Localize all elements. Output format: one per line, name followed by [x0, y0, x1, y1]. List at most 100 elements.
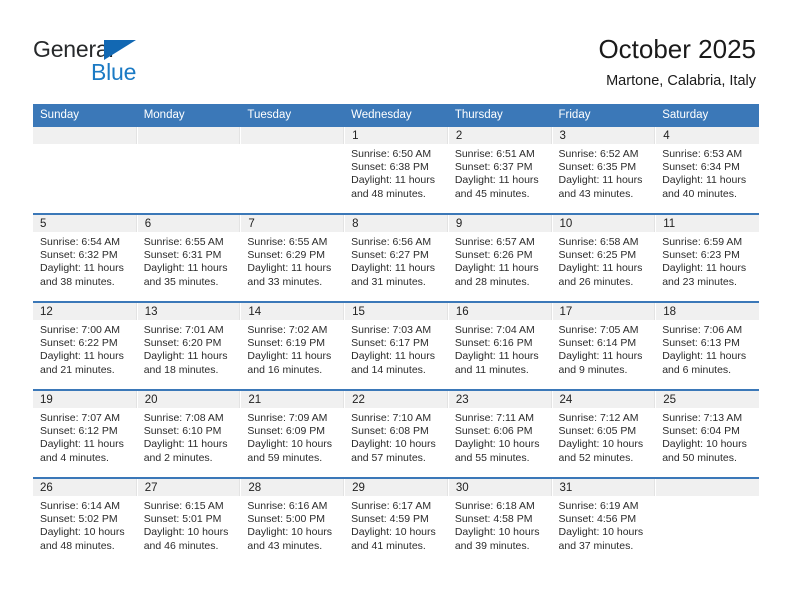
daylight-text-line2: and 23 minutes.: [662, 275, 737, 288]
sunset-text: Sunset: 6:38 PM: [351, 161, 429, 174]
weekday-header-tuesday: Tuesday: [240, 104, 345, 127]
day-cell[interactable]: 7 Sunrise: 6:55 AM Sunset: 6:29 PM Dayli…: [240, 213, 345, 302]
day-cell[interactable]: 24 Sunrise: 7:12 AM Sunset: 6:05 PM Dayl…: [551, 389, 656, 478]
daylight-text-line2: and 52 minutes.: [558, 451, 634, 464]
day-cell[interactable]: 27 Sunrise: 6:15 AM Sunset: 5:01 PM Dayl…: [136, 477, 241, 565]
day-details: Sunrise: 6:51 AM Sunset: 6:37 PM Dayligh…: [448, 144, 552, 201]
calendar-table: Sunday Monday Tuesday Wednesday Thursday…: [33, 104, 759, 565]
sunset-text: Sunset: 6:09 PM: [247, 425, 326, 438]
sunset-text: Sunset: 6:20 PM: [143, 337, 222, 350]
day-number: 12: [33, 303, 137, 320]
daylight-text-line1: Daylight: 10 hours: [454, 526, 540, 539]
day-cell[interactable]: 19 Sunrise: 7:07 AM Sunset: 6:12 PM Dayl…: [33, 389, 137, 478]
day-cell[interactable]: 2 Sunrise: 6:51 AM Sunset: 6:37 PM Dayli…: [447, 127, 552, 214]
day-details: Sunrise: 7:02 AM Sunset: 6:19 PM Dayligh…: [240, 320, 344, 377]
daylight-text-line2: and 16 minutes.: [247, 363, 323, 376]
day-details: Sunrise: 7:06 AM Sunset: 6:13 PM Dayligh…: [655, 320, 759, 377]
day-number: 10: [551, 215, 656, 232]
day-cell[interactable]: 11 Sunrise: 6:59 AM Sunset: 6:23 PM Dayl…: [655, 213, 759, 302]
daylight-text-line2: and 40 minutes.: [662, 187, 737, 200]
day-cell[interactable]: 23 Sunrise: 7:11 AM Sunset: 6:06 PM Dayl…: [447, 389, 552, 478]
daylight-text-line2: and 33 minutes.: [247, 275, 323, 288]
sunrise-text: Sunrise: 6:16 AM: [247, 500, 328, 512]
sunset-text: Sunset: 6:19 PM: [247, 337, 326, 350]
day-details: Sunrise: 6:52 AM Sunset: 6:35 PM Dayligh…: [552, 144, 656, 201]
day-cell[interactable]: 18 Sunrise: 7:06 AM Sunset: 6:13 PM Dayl…: [655, 301, 759, 390]
sunset-text: Sunset: 6:08 PM: [351, 425, 429, 438]
sunset-text: Sunset: 6:17 PM: [351, 337, 429, 350]
daylight-text-line2: and 11 minutes.: [454, 363, 529, 376]
day-details: [137, 144, 241, 148]
day-cell[interactable]: 25 Sunrise: 7:13 AM Sunset: 6:04 PM Dayl…: [655, 389, 759, 478]
sunrise-text: Sunrise: 6:55 AM: [143, 236, 224, 248]
day-details: Sunrise: 7:03 AM Sunset: 6:17 PM Dayligh…: [344, 320, 448, 377]
daylight-text-line2: and 37 minutes.: [558, 539, 634, 552]
calendar-week-row: 5 Sunrise: 6:54 AM Sunset: 6:32 PM Dayli…: [33, 213, 759, 302]
day-cell[interactable]: [136, 127, 241, 214]
day-details: Sunrise: 7:05 AM Sunset: 6:14 PM Dayligh…: [552, 320, 656, 377]
sunset-text: Sunset: 6:35 PM: [558, 161, 637, 174]
day-cell[interactable]: 17 Sunrise: 7:05 AM Sunset: 6:14 PM Dayl…: [551, 301, 656, 390]
day-number: 11: [655, 215, 759, 232]
daylight-text-line1: Daylight: 11 hours: [558, 350, 643, 363]
day-cell[interactable]: 14 Sunrise: 7:02 AM Sunset: 6:19 PM Dayl…: [240, 301, 345, 390]
daylight-text-line1: Daylight: 11 hours: [247, 350, 332, 363]
day-cell[interactable]: 22 Sunrise: 7:10 AM Sunset: 6:08 PM Dayl…: [344, 389, 448, 478]
day-details: [33, 144, 137, 148]
day-cell[interactable]: 30 Sunrise: 6:18 AM Sunset: 4:58 PM Dayl…: [447, 477, 552, 565]
day-cell[interactable]: 31 Sunrise: 6:19 AM Sunset: 4:56 PM Dayl…: [551, 477, 656, 565]
sunset-text: Sunset: 6:29 PM: [247, 249, 326, 262]
daylight-text-line1: Daylight: 11 hours: [558, 262, 643, 275]
day-cell[interactable]: 9 Sunrise: 6:57 AM Sunset: 6:26 PM Dayli…: [447, 213, 552, 302]
day-cell[interactable]: 6 Sunrise: 6:55 AM Sunset: 6:31 PM Dayli…: [136, 213, 241, 302]
day-cell[interactable]: [240, 127, 345, 214]
daylight-text-line1: Daylight: 11 hours: [247, 262, 332, 275]
day-cell[interactable]: [655, 477, 759, 565]
day-cell[interactable]: 16 Sunrise: 7:04 AM Sunset: 6:16 PM Dayl…: [447, 301, 552, 390]
daylight-text-line2: and 14 minutes.: [351, 363, 426, 376]
day-number: [33, 127, 137, 144]
day-details: Sunrise: 7:07 AM Sunset: 6:12 PM Dayligh…: [33, 408, 137, 465]
sunset-text: Sunset: 5:00 PM: [247, 513, 326, 526]
page-title: October 2025: [598, 34, 756, 64]
day-cell[interactable]: 5 Sunrise: 6:54 AM Sunset: 6:32 PM Dayli…: [33, 213, 137, 302]
sunrise-text: Sunrise: 6:52 AM: [558, 148, 639, 160]
day-cell[interactable]: 21 Sunrise: 7:09 AM Sunset: 6:09 PM Dayl…: [240, 389, 345, 478]
day-cell[interactable]: 1 Sunrise: 6:50 AM Sunset: 6:38 PM Dayli…: [344, 127, 448, 214]
calendar-week-row: 1 Sunrise: 6:50 AM Sunset: 6:38 PM Dayli…: [33, 127, 759, 214]
sunrise-text: Sunrise: 7:10 AM: [351, 412, 432, 424]
day-cell[interactable]: 29 Sunrise: 6:17 AM Sunset: 4:59 PM Dayl…: [344, 477, 448, 565]
day-cell[interactable]: 20 Sunrise: 7:08 AM Sunset: 6:10 PM Dayl…: [136, 389, 241, 478]
day-cell[interactable]: 12 Sunrise: 7:00 AM Sunset: 6:22 PM Dayl…: [33, 301, 137, 390]
sunset-text: Sunset: 4:56 PM: [558, 513, 637, 526]
sunrise-text: Sunrise: 7:02 AM: [247, 324, 328, 336]
weekday-header-sunday: Sunday: [33, 104, 137, 127]
day-details: Sunrise: 7:09 AM Sunset: 6:09 PM Dayligh…: [240, 408, 344, 465]
daylight-text-line1: Daylight: 10 hours: [662, 438, 747, 451]
sunset-text: Sunset: 6:12 PM: [40, 425, 118, 438]
day-cell[interactable]: 8 Sunrise: 6:56 AM Sunset: 6:27 PM Dayli…: [344, 213, 448, 302]
daylight-text-line1: Daylight: 10 hours: [40, 526, 125, 539]
day-cell[interactable]: 10 Sunrise: 6:58 AM Sunset: 6:25 PM Dayl…: [551, 213, 656, 302]
day-cell[interactable]: 13 Sunrise: 7:01 AM Sunset: 6:20 PM Dayl…: [136, 301, 241, 390]
daylight-text-line1: Daylight: 11 hours: [662, 350, 747, 363]
day-cell[interactable]: 3 Sunrise: 6:52 AM Sunset: 6:35 PM Dayli…: [551, 127, 656, 214]
sunrise-text: Sunrise: 6:50 AM: [351, 148, 432, 160]
general-blue-logo[interactable]: General Blue: [33, 36, 163, 86]
day-cell[interactable]: 28 Sunrise: 6:16 AM Sunset: 5:00 PM Dayl…: [240, 477, 345, 565]
day-cell[interactable]: [33, 127, 137, 214]
day-details: Sunrise: 6:15 AM Sunset: 5:01 PM Dayligh…: [137, 496, 241, 553]
sunset-text: Sunset: 6:04 PM: [662, 425, 740, 438]
daylight-text-line2: and 6 minutes.: [662, 363, 732, 376]
day-details: Sunrise: 6:14 AM Sunset: 5:02 PM Dayligh…: [33, 496, 137, 553]
sunrise-text: Sunrise: 6:19 AM: [558, 500, 639, 512]
day-cell[interactable]: 4 Sunrise: 6:53 AM Sunset: 6:34 PM Dayli…: [655, 127, 759, 214]
day-cell[interactable]: 26 Sunrise: 6:14 AM Sunset: 5:02 PM Dayl…: [33, 477, 137, 565]
sunset-text: Sunset: 6:14 PM: [558, 337, 637, 350]
day-cell[interactable]: 15 Sunrise: 7:03 AM Sunset: 6:17 PM Dayl…: [344, 301, 448, 390]
day-number: 25: [655, 391, 759, 408]
daylight-text-line2: and 39 minutes.: [454, 539, 530, 552]
day-details: Sunrise: 6:54 AM Sunset: 6:32 PM Dayligh…: [33, 232, 137, 289]
daylight-text-line1: Daylight: 11 hours: [143, 438, 228, 451]
sunrise-text: Sunrise: 7:00 AM: [40, 324, 120, 336]
